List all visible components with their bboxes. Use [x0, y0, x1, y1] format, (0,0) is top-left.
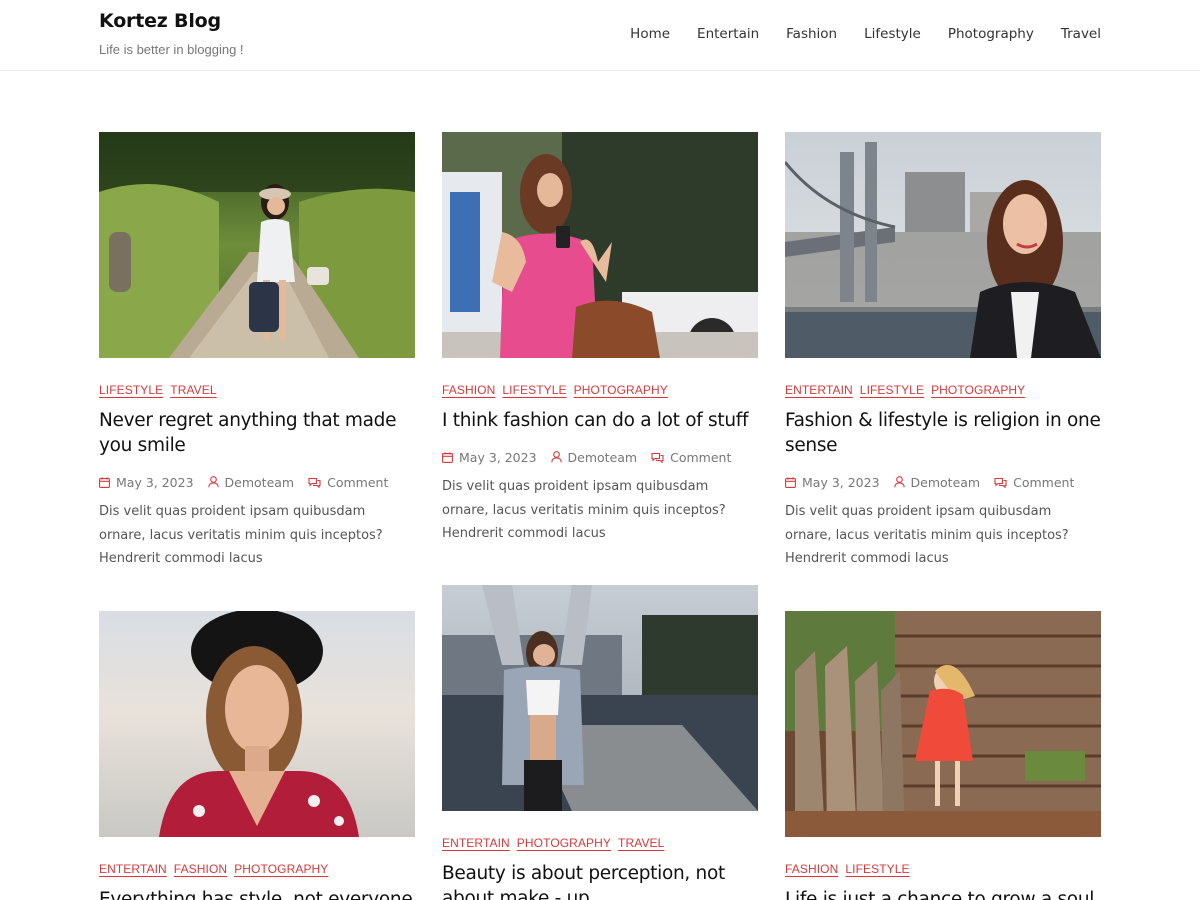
- post-thumbnail-link[interactable]: [442, 585, 758, 811]
- calendar-icon: [442, 451, 453, 463]
- post-categories: ENTERTAIN FASHION PHOTOGRAPHY: [99, 862, 415, 878]
- post-comment-link[interactable]: Comment: [670, 450, 731, 465]
- post-title[interactable]: I think fashion can do a lot of stuff: [442, 408, 758, 433]
- user-icon: [550, 451, 562, 463]
- post-excerpt: Dis velit quas proident ipsam quibusdam …: [785, 504, 1069, 566]
- post-title[interactable]: Never regret anything that made you smil…: [99, 408, 415, 458]
- post-excerpt: Dis velit quas proident ipsam quibusdam …: [442, 479, 726, 541]
- post-author-link[interactable]: Demoteam: [911, 475, 981, 490]
- post-card: ENTERTAIN LIFESTYLE PHOTOGRAPHY Fashion …: [785, 132, 1101, 570]
- post-card: FASHION LIFESTYLE Life is just a chance …: [785, 611, 1101, 900]
- post-meta: May 3, 2023 Demoteam Comment: [442, 448, 758, 466]
- category-link[interactable]: LIFESTYLE: [502, 383, 566, 399]
- comments-icon: [308, 477, 321, 488]
- post-thumbnail-link[interactable]: [99, 611, 415, 837]
- woman-black-hat-portrait-photo: [99, 611, 415, 837]
- post-title[interactable]: Beauty is about perception, not about ma…: [442, 861, 758, 900]
- post-thumbnail-link[interactable]: [442, 132, 758, 358]
- calendar-icon: [785, 476, 796, 488]
- user-icon: [893, 476, 905, 488]
- post-author-link[interactable]: Demoteam: [568, 450, 638, 465]
- post-comment-link[interactable]: Comment: [1013, 475, 1074, 490]
- post-categories: FASHION LIFESTYLE: [785, 862, 1101, 878]
- category-link[interactable]: LIFESTYLE: [99, 383, 163, 399]
- post-comments: Comment: [651, 450, 731, 465]
- nav-item-lifestyle[interactable]: Lifestyle: [864, 26, 921, 42]
- post-thumbnail-link[interactable]: [785, 132, 1101, 358]
- category-link[interactable]: LIFESTYLE: [860, 383, 924, 399]
- category-link[interactable]: FASHION: [785, 862, 838, 878]
- woman-stretching-dock-photo: [442, 585, 758, 811]
- post-categories: LIFESTYLE TRAVEL: [99, 383, 415, 399]
- post-card: ENTERTAIN FASHION PHOTOGRAPHY Everything…: [99, 611, 415, 900]
- category-link[interactable]: FASHION: [442, 383, 495, 399]
- nav-item-fashion[interactable]: Fashion: [786, 26, 837, 42]
- post-date: May 3, 2023: [785, 475, 880, 490]
- woman-leather-jacket-bridge-photo: [785, 132, 1101, 358]
- nav-item-travel[interactable]: Travel: [1061, 26, 1101, 42]
- comments-icon: [994, 477, 1007, 488]
- post-author: Demoteam: [207, 475, 295, 490]
- user-icon: [207, 476, 219, 488]
- post-comments: Comment: [994, 475, 1074, 490]
- nav-item-photography[interactable]: Photography: [948, 26, 1034, 42]
- comments-icon: [651, 452, 664, 463]
- category-link[interactable]: ENTERTAIN: [99, 862, 167, 878]
- post-comments: Comment: [308, 475, 388, 490]
- category-link[interactable]: PHOTOGRAPHY: [574, 383, 668, 399]
- post-categories: FASHION LIFESTYLE PHOTOGRAPHY: [442, 383, 758, 399]
- site-title-link[interactable]: Kortez Blog: [99, 10, 221, 32]
- post-card: LIFESTYLE TRAVEL Never regret anything t…: [99, 132, 415, 570]
- post-date-link[interactable]: May 3, 2023: [116, 475, 194, 490]
- post-meta: May 3, 2023 Demoteam Comment: [99, 473, 415, 491]
- post-thumbnail-link[interactable]: [99, 132, 415, 358]
- main-nav: Home Entertain Fashion Lifestyle Photogr…: [630, 26, 1101, 42]
- site-tagline: Life is better in blogging !: [99, 42, 244, 57]
- category-link[interactable]: TRAVEL: [170, 383, 216, 399]
- post-date: May 3, 2023: [442, 450, 537, 465]
- post-comment-link[interactable]: Comment: [327, 475, 388, 490]
- woman-pink-top-phone-photo: [442, 132, 758, 358]
- post-date-link[interactable]: May 3, 2023: [802, 475, 880, 490]
- post-thumbnail-link[interactable]: [785, 611, 1101, 837]
- post-title[interactable]: Fashion & lifestyle is religion in one s…: [785, 408, 1101, 458]
- nav-item-home[interactable]: Home: [630, 26, 670, 42]
- post-author: Demoteam: [893, 475, 981, 490]
- post-author-link[interactable]: Demoteam: [225, 475, 295, 490]
- post-date: May 3, 2023: [99, 475, 194, 490]
- post-title[interactable]: Life is just a chance to grow a soul: [785, 887, 1101, 900]
- post-categories: ENTERTAIN LIFESTYLE PHOTOGRAPHY: [785, 383, 1101, 399]
- category-link[interactable]: PHOTOGRAPHY: [517, 836, 611, 852]
- category-link[interactable]: PHOTOGRAPHY: [234, 862, 328, 878]
- calendar-icon: [99, 476, 110, 488]
- category-link[interactable]: PHOTOGRAPHY: [931, 383, 1025, 399]
- post-title[interactable]: Everything has style, not everyone sees …: [99, 887, 415, 900]
- post-date-link[interactable]: May 3, 2023: [459, 450, 537, 465]
- category-link[interactable]: ENTERTAIN: [785, 383, 853, 399]
- post-card: FASHION LIFESTYLE PHOTOGRAPHY I think fa…: [442, 132, 758, 545]
- post-categories: ENTERTAIN PHOTOGRAPHY TRAVEL: [442, 836, 758, 852]
- woman-walking-path-photo: [99, 132, 415, 358]
- post-author: Demoteam: [550, 450, 638, 465]
- girl-red-dress-wooden-fence-photo: [785, 611, 1101, 837]
- category-link[interactable]: FASHION: [174, 862, 227, 878]
- post-excerpt: Dis velit quas proident ipsam quibusdam …: [99, 504, 383, 566]
- site-header: Kortez Blog Life is better in blogging !…: [0, 0, 1200, 71]
- category-link[interactable]: LIFESTYLE: [845, 862, 909, 878]
- category-link[interactable]: TRAVEL: [618, 836, 664, 852]
- post-meta: May 3, 2023 Demoteam Comment: [785, 473, 1101, 491]
- category-link[interactable]: ENTERTAIN: [442, 836, 510, 852]
- nav-item-entertain[interactable]: Entertain: [697, 26, 759, 42]
- post-card: ENTERTAIN PHOTOGRAPHY TRAVEL Beauty is a…: [442, 585, 758, 900]
